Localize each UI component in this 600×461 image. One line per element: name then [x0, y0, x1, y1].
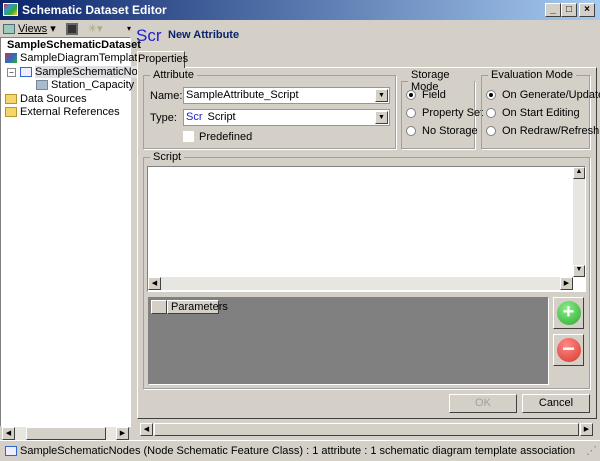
- layout-icon[interactable]: ✳▾: [88, 22, 103, 35]
- node-class-icon: [5, 446, 17, 457]
- script-editor[interactable]: ▲ ▼ ◀ ▶: [147, 166, 586, 292]
- node-class-icon: [20, 67, 32, 78]
- script-vertical-scrollbar[interactable]: ▲ ▼: [573, 167, 585, 277]
- predefined-label: Predefined: [199, 131, 253, 143]
- close-button[interactable]: ×: [579, 3, 595, 17]
- type-label: Type:: [150, 112, 177, 124]
- cancel-button[interactable]: Cancel: [522, 394, 590, 413]
- panel-menu-icon[interactable]: ▾: [127, 24, 131, 33]
- eval-generate-radio[interactable]: On Generate/Update: [486, 89, 600, 101]
- app-icon: [3, 3, 18, 16]
- plus-icon: +: [556, 301, 581, 325]
- views-icon: [3, 24, 15, 35]
- eval-redraw-radio[interactable]: On Redraw/Refresh: [486, 125, 599, 137]
- page-title: New Attribute: [168, 29, 240, 41]
- parameters-column-header[interactable]: Parameters: [167, 300, 228, 314]
- views-label: Views: [18, 23, 48, 35]
- type-combobox[interactable]: Scr Script ▼: [183, 109, 390, 126]
- maximize-button[interactable]: □: [561, 3, 577, 17]
- status-bar: SampleSchematicNodes (Node Schematic Fea…: [0, 440, 600, 461]
- script-horizontal-scrollbar[interactable]: ◀ ▶: [148, 277, 573, 290]
- minus-icon: −: [556, 338, 581, 362]
- folder-icon: [5, 107, 17, 118]
- table-icon: [36, 80, 48, 91]
- add-parameter-button[interactable]: +: [553, 297, 584, 329]
- status-text: SampleSchematicNodes (Node Schematic Fea…: [20, 445, 576, 457]
- save-icon[interactable]: [65, 22, 78, 35]
- diagram-template-icon: [5, 53, 17, 64]
- tab-properties[interactable]: Properties: [137, 51, 188, 68]
- tree-root[interactable]: SampleSchematicDataset: [7, 39, 141, 52]
- tree-view: SampleSchematicDataset SampleDiagramTemp…: [0, 37, 156, 427]
- storage-field-radio[interactable]: Field: [406, 89, 446, 101]
- storage-no-storage-radio[interactable]: No Storage: [406, 125, 478, 137]
- ok-button[interactable]: OK: [449, 394, 517, 413]
- tree-horizontal-scrollbar[interactable]: ◀ ▶: [2, 427, 129, 440]
- remove-parameter-button[interactable]: −: [553, 334, 584, 366]
- storage-property-set-radio[interactable]: Property Set: [406, 107, 483, 119]
- left-panel: Views ▾ ✳▾ ▾ SampleSchematicDataset Samp…: [0, 20, 156, 440]
- tree-item[interactable]: External References: [5, 106, 120, 119]
- name-combobox[interactable]: SampleAttribute_Script ▼: [183, 87, 390, 104]
- main-horizontal-scrollbar[interactable]: ◀ ▶: [140, 423, 593, 436]
- folder-icon: [5, 94, 17, 105]
- window-title: Schematic Dataset Editor: [22, 3, 167, 17]
- toolbar: Views ▾ ✳▾ ▾: [0, 20, 131, 37]
- minimize-button[interactable]: _: [545, 3, 561, 17]
- tree-item[interactable]: − SampleSchematicNodes: [7, 66, 156, 79]
- parameters-grid[interactable]: Parameters: [148, 297, 549, 385]
- chevron-down-icon[interactable]: ▼: [375, 111, 388, 124]
- tree-item[interactable]: Station_Capacity: [36, 79, 134, 92]
- tree-item[interactable]: Data Sources: [5, 93, 87, 106]
- tree-item[interactable]: SampleDiagramTemplate: [5, 52, 144, 65]
- row-header-cell: [151, 300, 167, 314]
- chevron-down-icon[interactable]: ▼: [375, 89, 388, 102]
- views-button[interactable]: Views ▾: [3, 22, 56, 35]
- collapse-icon[interactable]: −: [7, 68, 16, 77]
- eval-start-editing-radio[interactable]: On Start Editing: [486, 107, 580, 119]
- attribute-type-icon: Scr: [136, 26, 162, 45]
- title-bar: Schematic Dataset Editor: [0, 0, 600, 20]
- name-label: Name:: [150, 90, 183, 102]
- resize-grip-icon[interactable]: ⋰: [586, 441, 597, 461]
- predefined-checkbox[interactable]: [183, 131, 194, 142]
